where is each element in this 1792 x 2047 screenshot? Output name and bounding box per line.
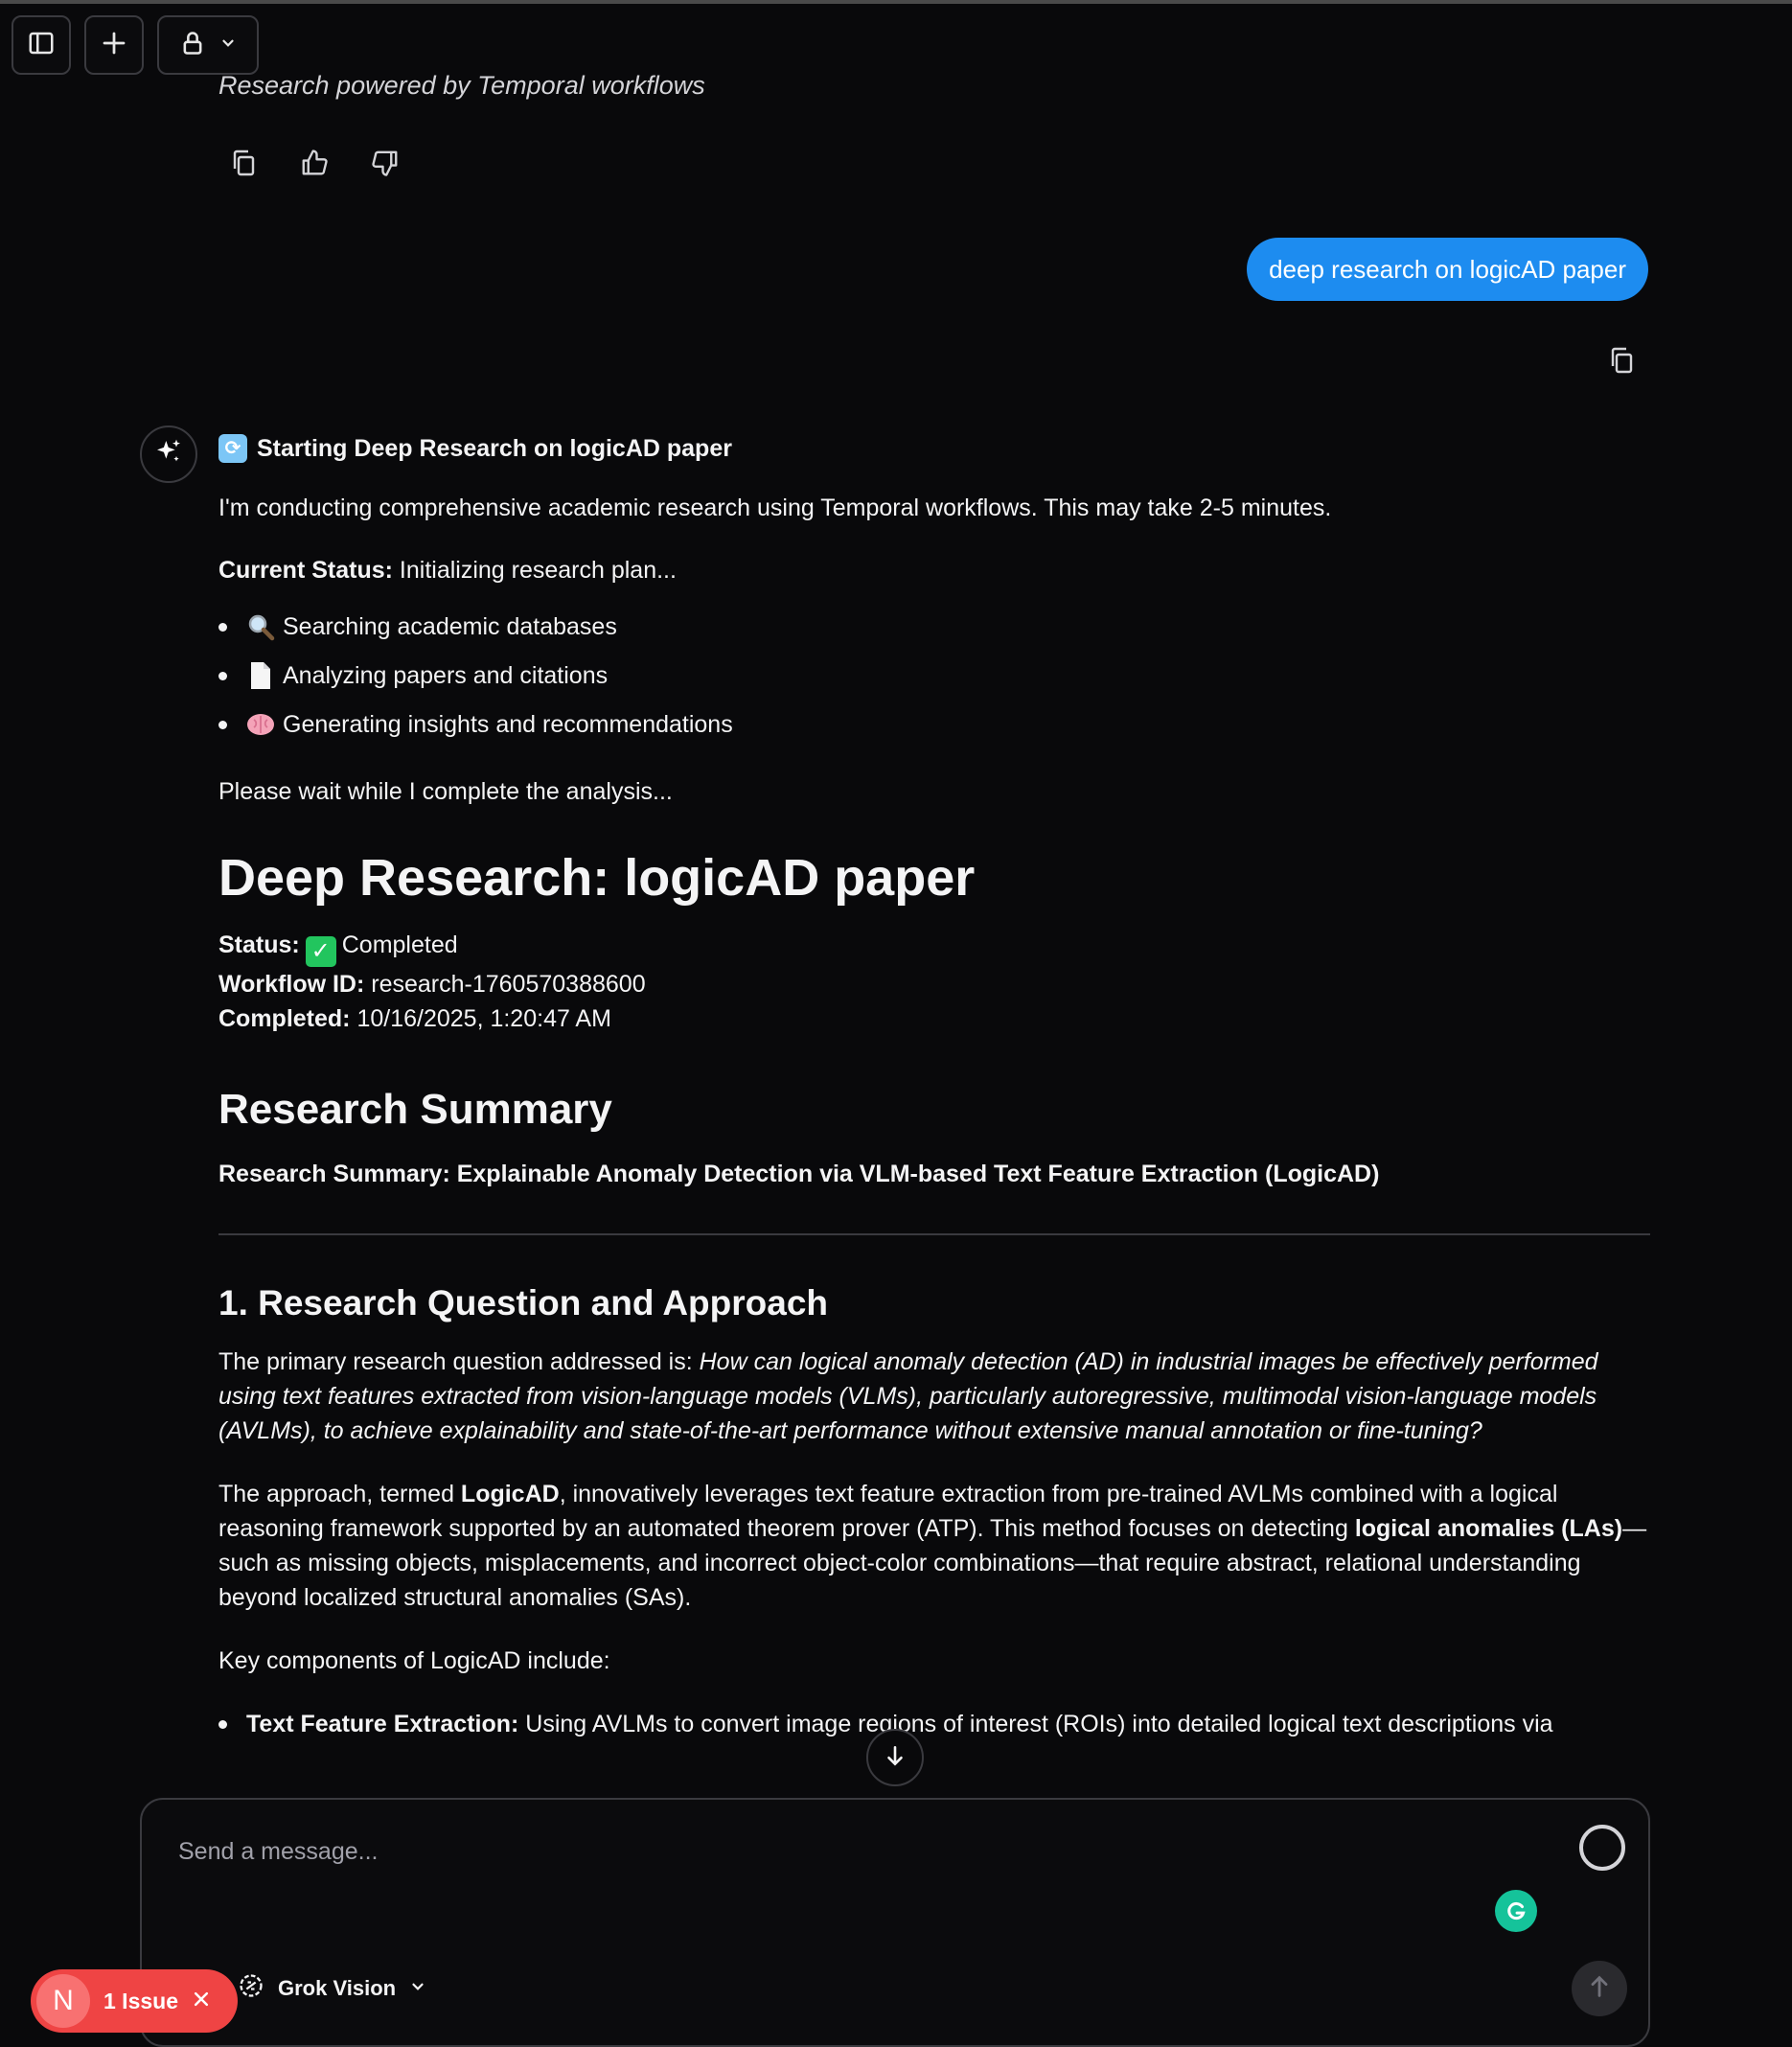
grammarly-icon[interactable] [1495,1890,1537,1932]
new-chat-button[interactable] [84,15,144,75]
research-start-title: ⟳ Starting Deep Research on logicAD pape… [218,431,1650,466]
message-composer: Grok Vision [140,1798,1650,2047]
visibility-dropdown-button[interactable] [157,15,259,75]
assistant-message: ⟳ Starting Deep Research on logicAD pape… [218,431,1650,1741]
section-heading: 1. Research Question and Approach [218,1283,829,1322]
issues-badge[interactable]: N 1 Issue [31,1969,238,2033]
report-title: Deep Research: logicAD paper [218,849,976,907]
lock-icon [179,29,206,62]
chevron-down-icon [409,1976,426,2001]
previous-message-actions [228,148,401,178]
sync-icon: ⟳ [218,434,247,463]
divider [218,1233,1650,1235]
wait-text: Please wait while I complete the analysi… [218,778,673,805]
copy-icon[interactable] [1606,345,1637,376]
model-name: Grok Vision [278,1976,397,2000]
thumbs-down-icon[interactable] [370,148,401,178]
progress-steps: Searching academic databases Analyzing p… [218,610,1650,742]
workflow-id-line: Workflow ID: research-1760570388600 [218,971,646,998]
model-selector[interactable]: Grok Vision [238,1972,426,2005]
components-list: Text Feature Extraction: Using AVLMs to … [218,1707,1650,1741]
brain-icon [246,710,275,739]
list-item: Searching academic databases [218,610,1650,644]
current-status: Current Status: Initializing research pl… [218,557,677,584]
model-icon [238,1972,264,2005]
chat-scroll-area[interactable]: Research powered by Temporal workflows d… [0,0,1792,1792]
sparkles-icon [153,437,184,472]
sidebar-toggle-icon [27,29,56,62]
status-line: Status: ✓ Completed [218,928,1650,967]
research-question-paragraph: The primary research question addressed … [218,1348,1598,1444]
thumbs-up-icon[interactable] [299,148,330,178]
list-item: Text Feature Extraction: Using AVLMs to … [218,1707,1650,1741]
top-toolbar [11,15,259,75]
document-icon [246,661,275,690]
send-button[interactable] [1572,1961,1627,2016]
arrow-up-icon [1586,1973,1613,2005]
scroll-to-bottom-button[interactable] [866,1729,924,1786]
assistant-avatar [140,426,197,483]
summary-subtitle: Research Summary: Explainable Anomaly De… [218,1161,1380,1187]
user-message-bubble: deep research on logicAD paper [1247,238,1648,301]
list-item: Analyzing papers and citations [218,658,1650,693]
previous-message-footer: Research powered by Temporal workflows [218,71,705,100]
list-item: Generating insights and recommendations [218,707,1650,742]
checkmark-icon: ✓ [305,936,336,967]
arrow-down-icon [883,1743,907,1773]
summary-heading: Research Summary [218,1086,612,1133]
approach-paragraph: The approach, termed LogicAD, innovative… [218,1481,1647,1611]
loading-spinner [1579,1825,1625,1871]
toggle-sidebar-button[interactable] [11,15,71,75]
copy-icon[interactable] [228,148,259,178]
chevron-down-icon [219,34,237,57]
key-components-intro: Key components of LogicAD include: [218,1647,610,1674]
completed-line: Completed: 10/16/2025, 1:20:47 AM [218,1005,611,1032]
magnifier-icon [246,612,275,641]
message-input[interactable] [178,1838,1424,1866]
nextjs-logo: N [36,1974,90,2028]
issues-label: 1 Issue [103,1988,178,2013]
plus-icon [100,29,128,62]
intro-text: I'm conducting comprehensive academic re… [218,494,1332,521]
close-icon[interactable] [192,1989,211,2014]
